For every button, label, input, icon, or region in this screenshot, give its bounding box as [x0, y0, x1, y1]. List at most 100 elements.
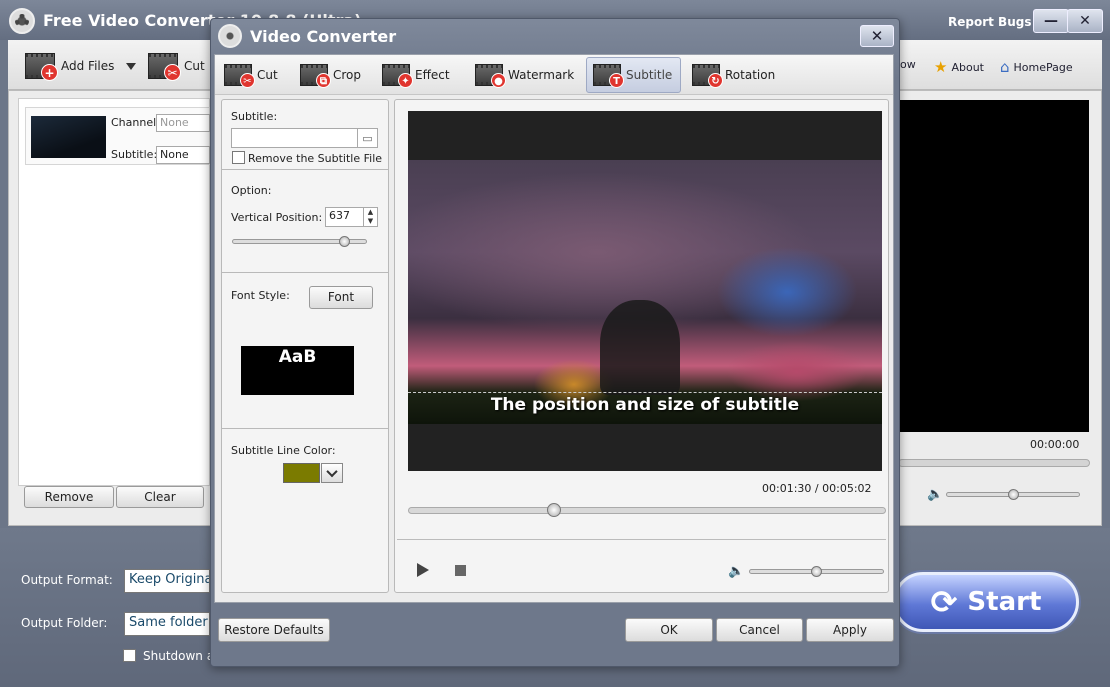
vertical-position-stepper[interactable]: 637 ▲ ▼	[325, 207, 378, 227]
remove-subtitle-checkbox[interactable]	[232, 151, 245, 164]
scissors-icon: ✂	[224, 64, 255, 88]
stop-icon[interactable]	[455, 565, 466, 576]
font-style-label: Font Style:	[231, 289, 290, 302]
output-folder-field[interactable]: Same folder a	[124, 612, 210, 636]
tab-subtitle-label: Subtitle	[626, 68, 673, 82]
ok-button[interactable]: OK	[625, 618, 713, 642]
homepage-link[interactable]: ⌂ HomePage	[1000, 58, 1073, 76]
cut-label: Cut	[184, 59, 205, 73]
start-button[interactable]: ⟳ Start	[893, 572, 1079, 632]
channel-select[interactable]: None	[156, 114, 210, 132]
total-time: 00:05:02	[822, 482, 872, 495]
play-icon[interactable]	[417, 563, 429, 577]
wand-icon: ✦	[382, 64, 413, 88]
dialog-close-button[interactable]: ✕	[860, 25, 894, 47]
video-thumbnail	[31, 116, 106, 158]
main-volume-knob[interactable]	[1008, 489, 1019, 500]
tab-crop[interactable]: ⧉ Crop	[294, 57, 367, 93]
tab-effect-label: Effect	[415, 68, 450, 82]
tab-watermark-label: Watermark	[508, 68, 575, 82]
subtitle-guide-line	[408, 392, 882, 393]
divider	[222, 272, 388, 273]
divider	[222, 169, 388, 170]
cancel-button[interactable]: Cancel	[716, 618, 803, 642]
now-link-label: ow	[900, 58, 916, 71]
current-time: 00:01:30	[762, 482, 812, 495]
vertical-position-knob[interactable]	[338, 236, 350, 247]
refresh-icon: ⟳	[930, 583, 958, 621]
tab-cut-label: Cut	[257, 68, 278, 82]
option-label: Option:	[231, 184, 272, 197]
remove-button[interactable]: Remove	[24, 486, 114, 508]
tab-effect[interactable]: ✦ Effect	[376, 57, 456, 93]
vertical-position-value: 637	[329, 209, 350, 222]
time-display: 00:01:30 / 00:05:02	[762, 482, 872, 495]
volume-icon[interactable]: 🔈	[927, 487, 943, 502]
film-reel-icon	[9, 8, 35, 34]
add-files-button[interactable]: + Add Files	[25, 53, 137, 81]
line-color-label: Subtitle Line Color:	[231, 444, 336, 457]
subtitle-file-label: Subtitle:	[231, 110, 278, 123]
chevron-down-icon	[326, 465, 338, 478]
drop-icon: ●	[475, 64, 506, 88]
volume-icon[interactable]: 🔈	[728, 564, 744, 579]
subtitle-label: Subtitle:	[111, 148, 158, 161]
clear-button[interactable]: Clear	[116, 486, 204, 508]
star-icon: ★	[934, 58, 948, 76]
divider	[222, 428, 388, 429]
scissors-icon: ✂	[148, 53, 181, 81]
close-button[interactable]: ✕	[1067, 9, 1103, 33]
subtitle-file-field[interactable]: ▭	[231, 128, 378, 148]
main-seek-bar[interactable]	[898, 459, 1090, 467]
chevron-up-icon[interactable]: ▲	[364, 208, 377, 217]
chevron-down-icon[interactable]: ▼	[364, 217, 377, 226]
line-color-swatch[interactable]	[283, 463, 320, 483]
about-label: About	[951, 60, 984, 74]
subtitle-file-value	[232, 129, 357, 147]
dropdown-arrow-icon[interactable]	[126, 62, 137, 70]
now-link-partial[interactable]: ow	[900, 58, 916, 71]
tab-crop-label: Crop	[333, 68, 362, 82]
vertical-position-label: Vertical Position:	[231, 211, 323, 224]
tree-silhouette	[600, 300, 680, 395]
tab-cut[interactable]: ✂ Cut	[218, 57, 284, 93]
output-format-select[interactable]: Keep Original	[124, 569, 210, 593]
start-label: Start	[967, 587, 1042, 617]
seek-bar[interactable]	[408, 507, 886, 514]
apply-button[interactable]: Apply	[806, 618, 894, 642]
time-separator: /	[814, 482, 819, 495]
shutdown-label: Shutdown a	[143, 649, 215, 663]
subtitle-preview-text[interactable]: The position and size of subtitle	[408, 395, 882, 415]
font-button[interactable]: Font	[309, 286, 373, 309]
home-icon: ⌂	[1000, 58, 1010, 76]
add-film-icon: +	[25, 53, 58, 81]
font-preview: AaB	[241, 346, 354, 395]
folder-icon[interactable]: ▭	[357, 129, 377, 147]
subtitle-select[interactable]: None	[156, 146, 210, 164]
about-link[interactable]: ★ About	[934, 58, 984, 76]
film-reel-icon	[218, 24, 242, 48]
main-preview	[898, 100, 1089, 432]
minimize-button[interactable]: —	[1033, 9, 1069, 33]
stepper-arrows[interactable]: ▲ ▼	[363, 208, 377, 226]
shutdown-checkbox[interactable]	[123, 649, 136, 662]
rotate-icon: ↻	[692, 64, 723, 88]
tab-rotation[interactable]: ↻ Rotation	[686, 57, 781, 93]
output-folder-label: Output Folder:	[21, 616, 108, 630]
line-color-dropdown[interactable]	[321, 463, 343, 483]
divider	[397, 539, 886, 540]
tab-subtitle[interactable]: T Subtitle	[586, 57, 681, 93]
restore-defaults-button[interactable]: Restore Defaults	[218, 618, 330, 642]
channel-label: Channel:	[111, 116, 160, 129]
dialog-title: Video Converter	[250, 27, 397, 46]
volume-knob[interactable]	[811, 566, 822, 577]
crop-icon: ⧉	[300, 64, 331, 88]
cut-toolbar-button[interactable]: ✂ Cut	[148, 53, 205, 81]
tab-rotation-label: Rotation	[725, 68, 776, 82]
tab-watermark[interactable]: ● Watermark	[469, 57, 580, 93]
text-icon: T	[593, 64, 624, 88]
add-files-label: Add Files	[61, 59, 115, 73]
homepage-label: HomePage	[1013, 60, 1073, 74]
remove-subtitle-label: Remove the Subtitle File	[248, 152, 383, 165]
report-bugs-link[interactable]: Report Bugs	[948, 15, 1031, 29]
